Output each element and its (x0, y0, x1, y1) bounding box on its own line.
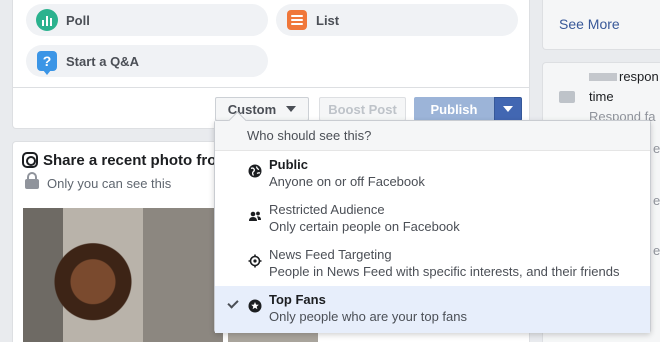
audience-option-public[interactable]: Public Anyone on or off Facebook (215, 151, 650, 196)
checkmark-icon (227, 297, 239, 309)
list-option-button[interactable]: List (276, 4, 518, 36)
option-title: Restricted Audience (269, 202, 385, 217)
option-subtitle: People in News Feed with specific intere… (269, 264, 620, 279)
caret-down-icon (503, 106, 513, 112)
people-icon (248, 209, 262, 223)
boost-post-label: Boost Post (328, 101, 397, 117)
option-subtitle: Only people who are your top fans (269, 309, 468, 324)
photo-card-privacy: Only you can see this (47, 176, 172, 191)
option-title: Public (269, 157, 309, 172)
sidebar-text: es (653, 193, 660, 208)
poll-icon (36, 9, 58, 31)
sidebar-text: es (653, 141, 660, 156)
publish-label: Publish (430, 101, 478, 117)
caret-down-icon (286, 106, 297, 112)
question-bubble-icon: ? (36, 50, 58, 75)
audience-option-top-fans[interactable]: Top Fans Only people who are your top fa… (215, 286, 650, 333)
option-title: Top Fans (269, 292, 326, 307)
sidebar-text: es (653, 243, 660, 258)
dropdown-header: Who should see this? (215, 121, 650, 151)
photo-thumbnail[interactable] (23, 208, 223, 342)
composer-divider (13, 87, 529, 88)
list-option-label: List (316, 12, 340, 28)
qa-option-label: Start a Q&A (66, 53, 139, 69)
globe-icon (248, 164, 262, 178)
photo-card-title: Share a recent photo fro (43, 152, 217, 169)
boost-post-button[interactable]: Boost Post (319, 97, 406, 121)
audience-option-restricted[interactable]: Restricted Audience Only certain people … (215, 196, 650, 241)
publish-options-button[interactable] (494, 97, 522, 121)
lock-icon (25, 172, 39, 189)
option-subtitle: Anyone on or off Facebook (269, 174, 425, 189)
list-icon (286, 9, 308, 31)
instagram-icon (22, 152, 38, 168)
option-title: News Feed Targeting (269, 247, 392, 262)
qa-option-button[interactable]: ? Start a Q&A (26, 45, 268, 77)
audience-dropdown-menu: Who should see this? Public Anyone on or… (214, 120, 651, 333)
audience-option-news-feed-targeting[interactable]: News Feed Targeting People in News Feed … (215, 241, 650, 286)
sidebar-text: respon (619, 69, 659, 84)
option-subtitle: Only certain people on Facebook (269, 219, 460, 234)
star-badge-icon (248, 299, 262, 313)
blurred-text (589, 73, 617, 81)
chat-icon (559, 91, 575, 103)
audience-selector-button[interactable]: Custom (215, 97, 309, 121)
sidebar-card: See More (542, 0, 660, 50)
see-more-link[interactable]: See More (559, 16, 620, 32)
publish-button[interactable]: Publish (414, 97, 494, 121)
post-composer-card: Poll List ? Start a Q&A Custom Boost Pos… (12, 0, 530, 129)
poll-option-label: Poll (66, 12, 90, 28)
poll-option-button[interactable]: Poll (26, 4, 268, 36)
target-icon (248, 254, 262, 268)
sidebar-text: time (589, 89, 614, 104)
